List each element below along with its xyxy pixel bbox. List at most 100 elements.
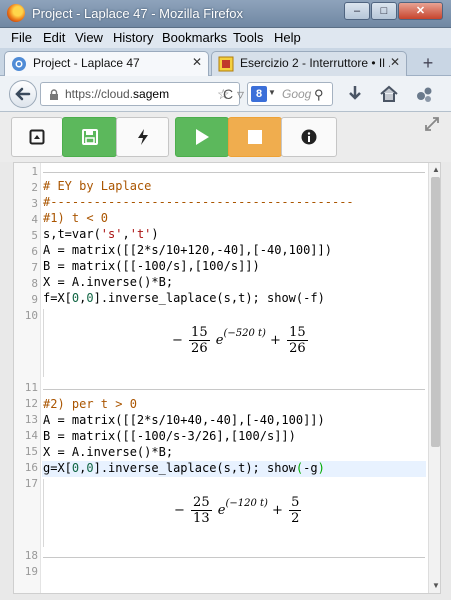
info-icon (301, 129, 317, 145)
minimize-button[interactable]: – (344, 2, 370, 20)
tab-label: Project - Laplace 47 (33, 56, 140, 70)
scroll-thumb[interactable] (431, 177, 440, 447)
firefox-logo-icon (7, 4, 25, 22)
code-line: #1) t < 0 (43, 211, 109, 225)
line-number: 10 (24, 309, 38, 322)
maximize-button[interactable]: □ (371, 2, 397, 20)
navigation-bar: https://cloud.sagem ☆ ▿ C 8 ▼ Goog ⚲ (0, 76, 451, 112)
code-line: # EY by Laplace (43, 179, 152, 193)
code-line: B = matrix([[-100/s],[100/s]]) (43, 259, 260, 273)
search-icon[interactable]: ⚲ (314, 87, 324, 103)
tab-label: Esercizio 2 - Interruttore • Il ... (240, 56, 390, 70)
url-text: https://cloud.sagem (65, 87, 170, 101)
menu-help[interactable]: Help (274, 30, 301, 45)
menu-bar: File Edit View History Bookmarks Tools H… (0, 28, 451, 48)
url-bar[interactable]: https://cloud.sagem ☆ ▿ (40, 82, 244, 106)
worksheet-toolbar (0, 112, 451, 162)
dropdown-caret-icon[interactable]: ▿ (237, 86, 244, 103)
minus-sign: − (172, 333, 183, 348)
code-line: A = matrix([[2*s/10+120,-40],[-40,100]]) (43, 243, 332, 257)
exponent: (−120 t) (225, 498, 268, 509)
save-icon (81, 129, 98, 145)
menu-edit[interactable]: Edit (43, 30, 65, 45)
run-button[interactable] (175, 117, 229, 157)
code-line: #---------------------------------------… (43, 195, 354, 209)
code-line: X = A.inverse()*B; (43, 275, 174, 289)
menu-tools[interactable]: Tools (233, 30, 263, 45)
line-number: 19 (24, 565, 38, 578)
line-number: 4 (31, 213, 38, 226)
close-tab-icon[interactable]: ✕ (390, 55, 400, 69)
scroll-up-icon[interactable]: ▲ (432, 165, 440, 174)
download-icon[interactable] (344, 84, 366, 104)
cell-output: − 15 26 e(−520 t) + 15 26 (43, 309, 427, 377)
menu-history[interactable]: History (113, 30, 153, 45)
plus-sign: + (270, 333, 281, 348)
info-button[interactable] (281, 117, 337, 157)
tab-bar: Project - Laplace 47 ✕ Esercizio 2 - Int… (0, 48, 451, 76)
toggle-frame-button[interactable] (11, 117, 63, 157)
google-search-engine-icon[interactable]: 8 (251, 86, 267, 102)
line-number: 11 (24, 381, 38, 394)
fraction: 52 (289, 495, 302, 526)
cell-output: − 25 13 e(−120 t) + 52 (43, 479, 427, 547)
line-number: 8 (31, 277, 38, 290)
code-line: A = matrix([[2*s/10+40,-40],[-40,100]]) (43, 413, 325, 427)
line-number: 15 (24, 445, 38, 458)
tab-esercizio[interactable]: Esercizio 2 - Interruttore • Il ... ✕ (211, 51, 407, 76)
scroll-down-icon[interactable]: ▼ (432, 581, 440, 590)
code-line: #2) per t > 0 (43, 397, 137, 411)
back-button[interactable] (9, 80, 37, 108)
code-line: s,t=var('s','t') (43, 227, 159, 241)
close-window-button[interactable]: ✕ (398, 2, 443, 20)
fraction: 15 26 (287, 325, 308, 356)
expand-icon[interactable] (424, 116, 440, 132)
plus-sign: + (272, 503, 283, 518)
menu-file[interactable]: File (11, 30, 32, 45)
line-number: 14 (24, 429, 38, 442)
code-editor[interactable]: 1 2 3 4 5 6 7 8 9 10 11 12 13 14 15 16 1… (13, 162, 441, 594)
stop-button[interactable] (228, 117, 282, 157)
line-number: 7 (31, 261, 38, 274)
home-icon[interactable] (378, 84, 400, 104)
new-tab-button[interactable]: + (410, 52, 446, 75)
line-number: 5 (31, 229, 38, 242)
code-line: B = matrix([[-100/s-3/26],[100/s]]) (43, 429, 296, 443)
exponent: (−520 t) (223, 328, 266, 339)
play-icon (196, 129, 209, 145)
code-line: g=X[0,0].inverse_laplace(s,t); show(-g) (43, 461, 325, 475)
line-number: 9 (31, 293, 38, 306)
interrupt-button[interactable] (116, 117, 169, 157)
menu-view[interactable]: View (75, 30, 103, 45)
close-tab-icon[interactable]: ✕ (192, 55, 202, 69)
menu-bookmarks[interactable]: Bookmarks (162, 30, 227, 45)
fraction: 15 26 (189, 325, 210, 356)
fraction: 25 13 (191, 495, 212, 526)
frame-icon (29, 129, 45, 145)
search-bar[interactable]: 8 ▼ Goog ⚲ (247, 82, 333, 106)
line-number: 16 (24, 461, 38, 474)
stop-icon (248, 130, 262, 144)
back-arrow-icon (15, 87, 31, 101)
line-number: 13 (24, 413, 38, 426)
tab-project-laplace[interactable]: Project - Laplace 47 ✕ (4, 51, 209, 76)
editor-scrollbar[interactable]: ▲ ▼ (428, 163, 440, 593)
chevron-down-icon: ▼ (268, 88, 276, 97)
line-number-gutter: 1 2 3 4 5 6 7 8 9 10 11 12 13 14 15 16 1… (14, 163, 41, 593)
line-number: 1 (31, 165, 38, 178)
addons-icon[interactable] (413, 84, 435, 104)
site-icon (218, 56, 234, 72)
reload-icon[interactable]: C (223, 86, 233, 102)
sage-icon (12, 57, 26, 71)
search-placeholder: Goog (282, 87, 312, 101)
bolt-icon (137, 129, 148, 145)
cell-separator (43, 557, 425, 558)
minus-sign: − (174, 503, 185, 518)
cell-separator (43, 389, 425, 390)
line-number: 3 (31, 197, 38, 210)
save-button[interactable] (62, 117, 117, 157)
code-line: X = A.inverse()*B; (43, 445, 174, 459)
window-titlebar: Project - Laplace 47 - Mozilla Firefox –… (0, 0, 451, 28)
sage-worksheet: 1 2 3 4 5 6 7 8 9 10 11 12 13 14 15 16 1… (0, 112, 451, 600)
line-number: 6 (31, 245, 38, 258)
